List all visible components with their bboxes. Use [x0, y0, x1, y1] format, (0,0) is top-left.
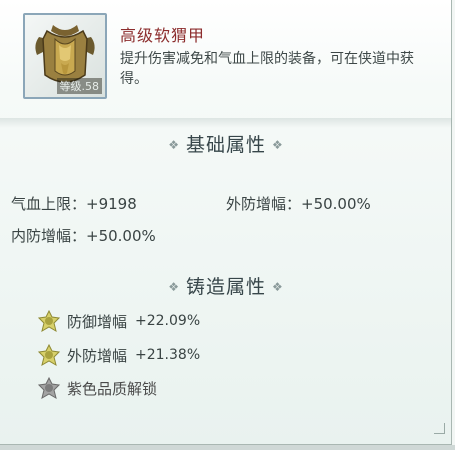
forge-row-value: +22.09%	[135, 313, 201, 329]
gold-gem-icon	[38, 310, 60, 332]
forge-row-name: 紫色品质解锁	[67, 379, 158, 398]
forge-row-value: +21.38%	[135, 347, 201, 363]
diamond-deco-icon: ❖	[168, 138, 180, 152]
diamond-deco-icon: ❖	[272, 280, 284, 294]
gold-gem-icon	[38, 344, 60, 366]
corner-decoration	[434, 423, 445, 434]
diamond-deco-icon: ❖	[168, 280, 180, 294]
background-strip	[0, 445, 455, 450]
item-description: 提升伤害减免和气血上限的装备，可在侠道中获得。	[120, 51, 414, 87]
stat-outer-defense: 外防增幅：+50.00%	[226, 195, 371, 213]
forge-attributes-label: 铸造属性	[185, 276, 266, 298]
item-tooltip-panel: 等级.58 高级软猬甲 提升伤害减免和气血上限的装备，可在侠道中获得。 ❖ 基础属…	[0, 0, 452, 445]
divider-ribbon	[0, 118, 452, 128]
forge-row-name: 外防增幅	[67, 346, 128, 365]
diamond-deco-icon: ❖	[272, 138, 284, 152]
forge-attributes-title: ❖ 铸造属性 ❖	[0, 272, 452, 299]
item-level-tag: 等级.58	[56, 78, 102, 94]
basic-attributes-title: ❖ 基础属性 ❖	[0, 130, 452, 157]
item-icon-slot[interactable]: 等级.58	[23, 13, 107, 99]
item-name: 高级软猬甲	[120, 26, 206, 45]
forge-row-defense: 防御增幅 +22.09%	[38, 310, 200, 332]
stat-hp-max: 气血上限：+9198	[11, 195, 137, 213]
gray-gem-icon	[38, 377, 60, 399]
forge-row-purple-unlock: 紫色品质解锁	[38, 377, 157, 399]
basic-attributes-label: 基础属性	[185, 134, 266, 156]
stat-inner-defense: 内防增幅：+50.00%	[11, 227, 156, 245]
forge-row-name: 防御增幅	[67, 312, 128, 331]
forge-row-outer-defense: 外防增幅 +21.38%	[38, 344, 200, 366]
